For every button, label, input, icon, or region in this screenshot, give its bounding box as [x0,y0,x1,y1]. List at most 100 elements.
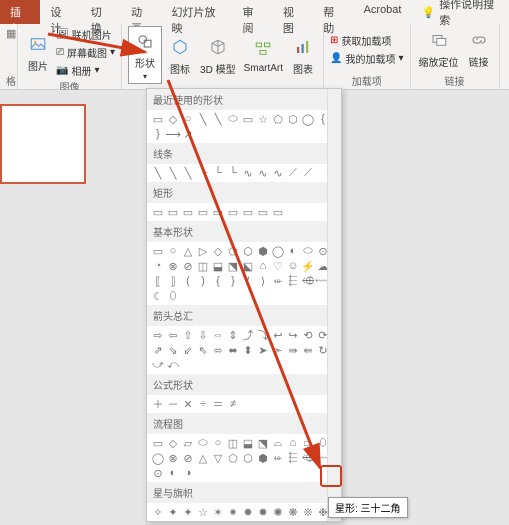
shape-star5[interactable]: ☆ [196,505,210,519]
shape-item[interactable]: ▷ [196,244,210,258]
screenshot-button[interactable]: ⎚屏幕截图▾ [56,44,115,61]
shape-item[interactable]: ⊘ [181,451,195,465]
shape-plus[interactable]: ＋ [151,397,165,411]
shape-arrow[interactable]: ⟲ [301,328,315,342]
shape-item[interactable]: ⚡ [301,259,315,273]
shapes-button[interactable]: 形状 ▾ [128,26,162,84]
shape-item[interactable]: ⬓ [211,259,225,273]
shape-brace[interactable]: } [151,127,165,141]
shape-item[interactable]: ⊙ [151,466,165,480]
shape-item[interactable]: ⌂ [286,436,300,450]
shape-rect[interactable]: ▭ [256,205,270,219]
shape-wave[interactable]: ∿ [226,520,240,522]
shape-rect[interactable]: ▭ [271,205,285,219]
3d-models-button[interactable]: 3D 模型 [198,33,238,78]
shape-minus[interactable]: － [166,397,180,411]
tab-insert[interactable]: 插入 [0,0,40,24]
shape-item[interactable]: ◇ [166,436,180,450]
smartart-button[interactable]: SmartArt [242,35,285,76]
shape-item[interactable]: ⬠ [226,451,240,465]
shape-arrow[interactable]: ↪ [286,328,300,342]
shape-explosion2[interactable]: ✦ [166,505,180,519]
shape-arrow[interactable]: ⤴ [241,328,255,342]
shape-item[interactable]: ⏢ [301,436,315,450]
shape-freeform[interactable]: ⟋ [286,166,300,180]
shape-item[interactable]: ⟩ [256,274,270,288]
shape-item[interactable]: ⬔ [256,436,270,450]
online-pictures-button[interactable]: 🖼联机图片 [56,26,115,43]
shape-item[interactable]: ⬲ [301,274,315,288]
shape-rect[interactable]: ▭ [166,205,180,219]
shape-item[interactable]: ◇ [166,112,180,126]
shape-item[interactable]: ⬕ [241,259,255,273]
shape-arrow[interactable]: ⤻ [151,358,165,372]
shape-item[interactable]: ⟶ [166,127,180,141]
shape-item[interactable]: ○ [181,112,195,126]
shape-item[interactable]: ⬭ [196,436,210,450]
tab-view[interactable]: 视图 [273,0,313,24]
shape-arrow[interactable]: ⤵ [256,328,270,342]
shape-wave[interactable]: ∿ [211,520,225,522]
shape-item[interactable]: } [226,274,240,288]
shape-item[interactable]: ◯ [271,244,285,258]
shape-notequal[interactable]: ≠ [226,397,240,411]
shape-divide[interactable]: ÷ [196,397,210,411]
shape-item[interactable]: ⬱ [286,451,300,465]
shape-item[interactable]: ⟦ [151,274,165,288]
shape-star6[interactable]: ✶ [211,505,225,519]
shape-item[interactable]: ☾ [151,289,165,303]
shape-arrow[interactable]: ⬍ [241,343,255,357]
shape-connector[interactable]: └ [211,166,225,180]
shape-line[interactable]: ╲ [166,166,180,180]
shape-item[interactable]: ◔ [151,259,165,273]
shape-item[interactable]: ↗ [181,127,195,141]
shape-item[interactable]: ◫ [226,436,240,450]
shape-item[interactable]: ◐ [166,466,180,480]
tab-acrobat[interactable]: Acrobat [354,0,412,24]
shape-item[interactable]: ☺ [286,259,300,273]
tab-slideshow[interactable]: 幻灯片放映 [162,0,233,24]
shape-item[interactable]: ⬡ [286,112,300,126]
shape-arrow[interactable]: ⇗ [151,343,165,357]
shape-rect[interactable]: ▭ [241,205,255,219]
shape-arrow[interactable]: ⬄ [211,343,225,357]
shape-item[interactable]: ▱ [181,436,195,450]
shape-multiply[interactable]: ✕ [181,397,195,411]
shape-item[interactable]: ⊘ [181,259,195,273]
shape-item[interactable]: ⬔ [226,259,240,273]
shape-arrow[interactable]: ⇕ [226,328,240,342]
shape-line[interactable]: ╲ [196,112,210,126]
shape-item[interactable]: △ [181,244,195,258]
shape-arrow[interactable]: ➤ [256,343,270,357]
shape-star10[interactable]: ✹ [256,505,270,519]
shape-ribbon[interactable]: ⬯ [151,520,165,522]
shape-item[interactable]: △ [196,451,210,465]
shape-item[interactable]: ⬢ [256,244,270,258]
shape-item[interactable]: ♡ [271,259,285,273]
shape-explosion1[interactable]: ✧ [151,505,165,519]
shape-arrow[interactable]: ⇖ [196,343,210,357]
shape-line[interactable]: ╲ [211,112,225,126]
shape-rect[interactable]: ▭ [241,112,255,126]
shape-ribbon[interactable]: ⬯ [196,520,210,522]
shape-arrow[interactable]: ⬌ [226,343,240,357]
chart-button[interactable]: 图表 [289,33,317,78]
shape-item[interactable]: ⊗ [166,259,180,273]
zoom-button[interactable]: 缩放定位 [417,26,461,71]
shape-arrow[interactable]: ⇘ [166,343,180,357]
tab-transition[interactable]: 切换 [81,0,121,24]
shape-star24[interactable]: ❊ [301,505,315,519]
tell-me-search[interactable]: 💡 操作说明搜索 [411,0,509,24]
shape-rect[interactable]: ▭ [226,205,240,219]
shape-item[interactable]: ◫ [196,259,210,273]
shape-item[interactable]: ◐ [286,244,300,258]
shape-item[interactable]: ⟧ [166,274,180,288]
slide-thumbnail[interactable] [0,104,86,184]
shape-arrow[interactable]: ⤺ [166,358,180,372]
shape-item[interactable]: ⊗ [166,451,180,465]
shape-curve[interactable]: ∿ [241,166,255,180]
shape-arrow[interactable]: ⇚ [301,343,315,357]
my-addins-button[interactable]: 👤我的加载项▾ [330,50,403,67]
shape-item[interactable]: { [211,274,225,288]
shape-rect[interactable]: ▭ [196,205,210,219]
